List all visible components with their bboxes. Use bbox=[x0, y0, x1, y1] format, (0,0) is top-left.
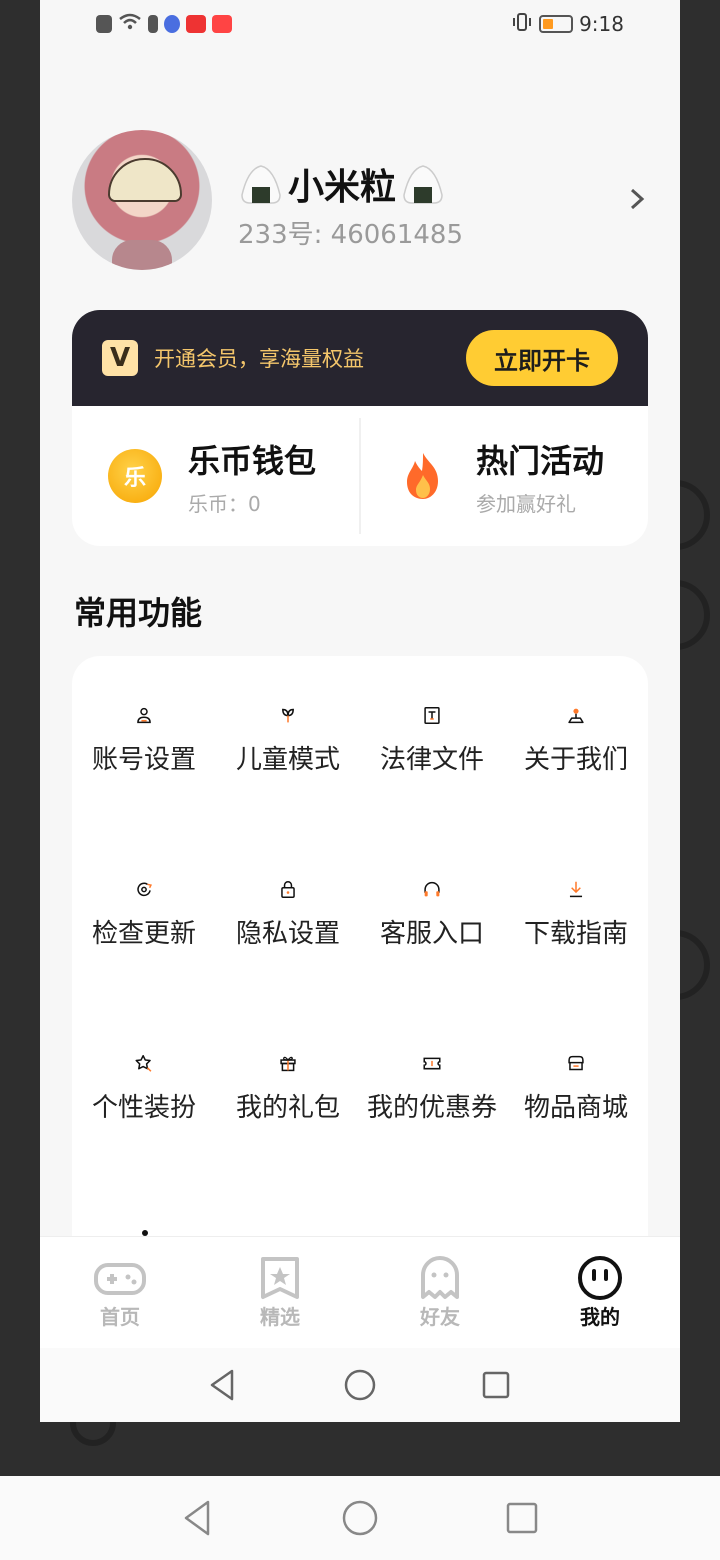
func-customer-service[interactable]: 客服入口 bbox=[360, 830, 504, 950]
tab-featured[interactable]: 精选 bbox=[200, 1237, 360, 1348]
wallet-events-row: 乐 乐币钱包 乐币：0 热门活动 参加赢好礼 bbox=[72, 406, 648, 546]
status-icons-right: 9:18 bbox=[511, 12, 624, 37]
recents-square-icon[interactable] bbox=[500, 1496, 544, 1540]
func-account-settings[interactable]: 账号设置 bbox=[72, 656, 216, 776]
headset-icon bbox=[424, 881, 440, 897]
tab-label: 好友 bbox=[420, 1305, 460, 1329]
inner-navigation-bar bbox=[40, 1348, 680, 1422]
func-kids-mode[interactable]: 儿童模式 bbox=[216, 656, 360, 776]
vip-logo-icon: V bbox=[102, 340, 138, 376]
func-label: 个性装扮 bbox=[91, 1093, 196, 1123]
user-id: 233号: 46061485 bbox=[238, 220, 463, 250]
recents-square-icon[interactable] bbox=[476, 1365, 516, 1405]
sports-app-icon bbox=[212, 15, 232, 33]
tab-label: 首页 bbox=[100, 1305, 140, 1329]
func-label: 物品商城 bbox=[523, 1093, 628, 1123]
back-icon[interactable] bbox=[204, 1365, 244, 1405]
news-app-icon bbox=[186, 15, 206, 33]
func-label: 儿童模式 bbox=[235, 745, 340, 775]
music-app-icon bbox=[164, 15, 180, 33]
func-download-guide[interactable]: 下载指南 bbox=[504, 830, 648, 950]
vibrate-icon bbox=[511, 12, 533, 37]
function-grid: 账号设置 儿童模式 法律文件 关于我们 检查更新 隐私设置 客服入口 下载指南 … bbox=[72, 656, 648, 1296]
nickname-row: 小米粒 bbox=[238, 158, 446, 210]
wallet-entry[interactable]: 乐 乐币钱包 乐币：0 bbox=[72, 406, 360, 546]
func-label: 客服入口 bbox=[379, 919, 484, 949]
events-entry[interactable]: 热门活动 参加赢好礼 bbox=[360, 406, 648, 546]
tab-label: 精选 bbox=[260, 1305, 300, 1329]
sprout-icon bbox=[282, 708, 294, 723]
store-icon bbox=[568, 1055, 584, 1071]
func-personal-dressup[interactable]: 个性装扮 bbox=[72, 1004, 216, 1124]
func-privacy-settings[interactable]: 隐私设置 bbox=[216, 830, 360, 950]
tab-home[interactable]: 首页 bbox=[40, 1237, 200, 1348]
smile-face-icon bbox=[578, 1256, 622, 1300]
nickname: 小米粒 bbox=[288, 167, 397, 208]
func-about-us[interactable]: 关于我们 bbox=[504, 656, 648, 776]
wallet-balance: 乐币：0 bbox=[188, 491, 261, 516]
func-label: 关于我们 bbox=[523, 745, 628, 775]
user-icon bbox=[137, 707, 151, 724]
vip-text: 开通会员，享海量权益 bbox=[154, 347, 364, 371]
func-label: 隐私设置 bbox=[235, 919, 340, 949]
tab-friends[interactable]: 好友 bbox=[360, 1237, 520, 1348]
coin-icon: 乐 bbox=[108, 449, 162, 503]
func-label: 账号设置 bbox=[91, 745, 196, 775]
func-my-gifts[interactable]: 我的礼包 bbox=[216, 1004, 360, 1124]
gamepad-icon bbox=[94, 1263, 146, 1295]
vip-banner[interactable]: V 开通会员，享海量权益 立即开卡 bbox=[72, 310, 648, 406]
func-label: 下载指南 bbox=[523, 919, 628, 949]
app-screen: 9:18 小米粒 233号: 46061485 V 开通会员，享海量权益 立即开… bbox=[40, 0, 680, 1422]
open-vip-button[interactable]: 立即开卡 bbox=[466, 330, 618, 386]
ghost-icon bbox=[421, 1256, 459, 1299]
func-legal-docs[interactable]: 法律文件 bbox=[360, 656, 504, 776]
status-icons-left bbox=[96, 12, 232, 36]
membership-card: V 开通会员，享海量权益 立即开卡 乐 乐币钱包 乐币：0 热门活动 参加赢好礼 bbox=[72, 310, 648, 546]
func-label: 检查更新 bbox=[91, 919, 196, 949]
system-navigation-bar bbox=[0, 1476, 720, 1560]
ticket-icon bbox=[423, 1057, 441, 1070]
battery-alert-icon bbox=[148, 15, 158, 33]
bottom-tab-bar: 首页 精选 好友 我的 bbox=[40, 1236, 680, 1348]
func-check-update[interactable]: 检查更新 bbox=[72, 830, 216, 950]
back-icon[interactable] bbox=[176, 1496, 220, 1540]
battery-icon bbox=[539, 15, 574, 33]
events-title: 热门活动 bbox=[476, 441, 605, 480]
status-bar: 9:18 bbox=[40, 0, 680, 48]
gift-icon bbox=[280, 1056, 296, 1072]
func-label: 法律文件 bbox=[379, 745, 484, 775]
magic-star-icon bbox=[135, 1054, 152, 1072]
func-label: 我的优惠券 bbox=[366, 1093, 497, 1123]
chevron-right-icon[interactable] bbox=[628, 184, 646, 219]
tab-mine[interactable]: 我的 bbox=[520, 1237, 680, 1348]
fire-icon bbox=[407, 453, 438, 499]
document-icon bbox=[424, 706, 440, 725]
star-badge-icon bbox=[261, 1257, 299, 1299]
tab-label: 我的 bbox=[578, 1301, 622, 1332]
lock-icon bbox=[281, 880, 295, 899]
alert-icon bbox=[96, 15, 112, 33]
location-pin-icon bbox=[568, 708, 584, 724]
func-item-store[interactable]: 物品商城 bbox=[504, 1004, 648, 1124]
home-circle-icon[interactable] bbox=[340, 1365, 380, 1405]
section-title: 常用功能 bbox=[74, 594, 203, 632]
download-icon bbox=[569, 881, 583, 898]
status-time: 9:18 bbox=[579, 12, 624, 36]
home-circle-icon[interactable] bbox=[338, 1496, 382, 1540]
func-label: 我的礼包 bbox=[235, 1093, 340, 1123]
wifi-icon bbox=[118, 12, 142, 36]
events-subtitle: 参加赢好礼 bbox=[476, 491, 576, 516]
profile-header[interactable]: 小米粒 233号: 46061485 bbox=[72, 130, 648, 270]
onigiri-icon bbox=[400, 163, 446, 205]
onigiri-icon bbox=[238, 163, 284, 205]
func-my-coupons[interactable]: 我的优惠券 bbox=[360, 1004, 504, 1124]
wallet-title: 乐币钱包 bbox=[188, 441, 317, 480]
divider bbox=[359, 418, 361, 534]
refresh-icon bbox=[137, 882, 153, 897]
avatar[interactable] bbox=[72, 130, 212, 270]
